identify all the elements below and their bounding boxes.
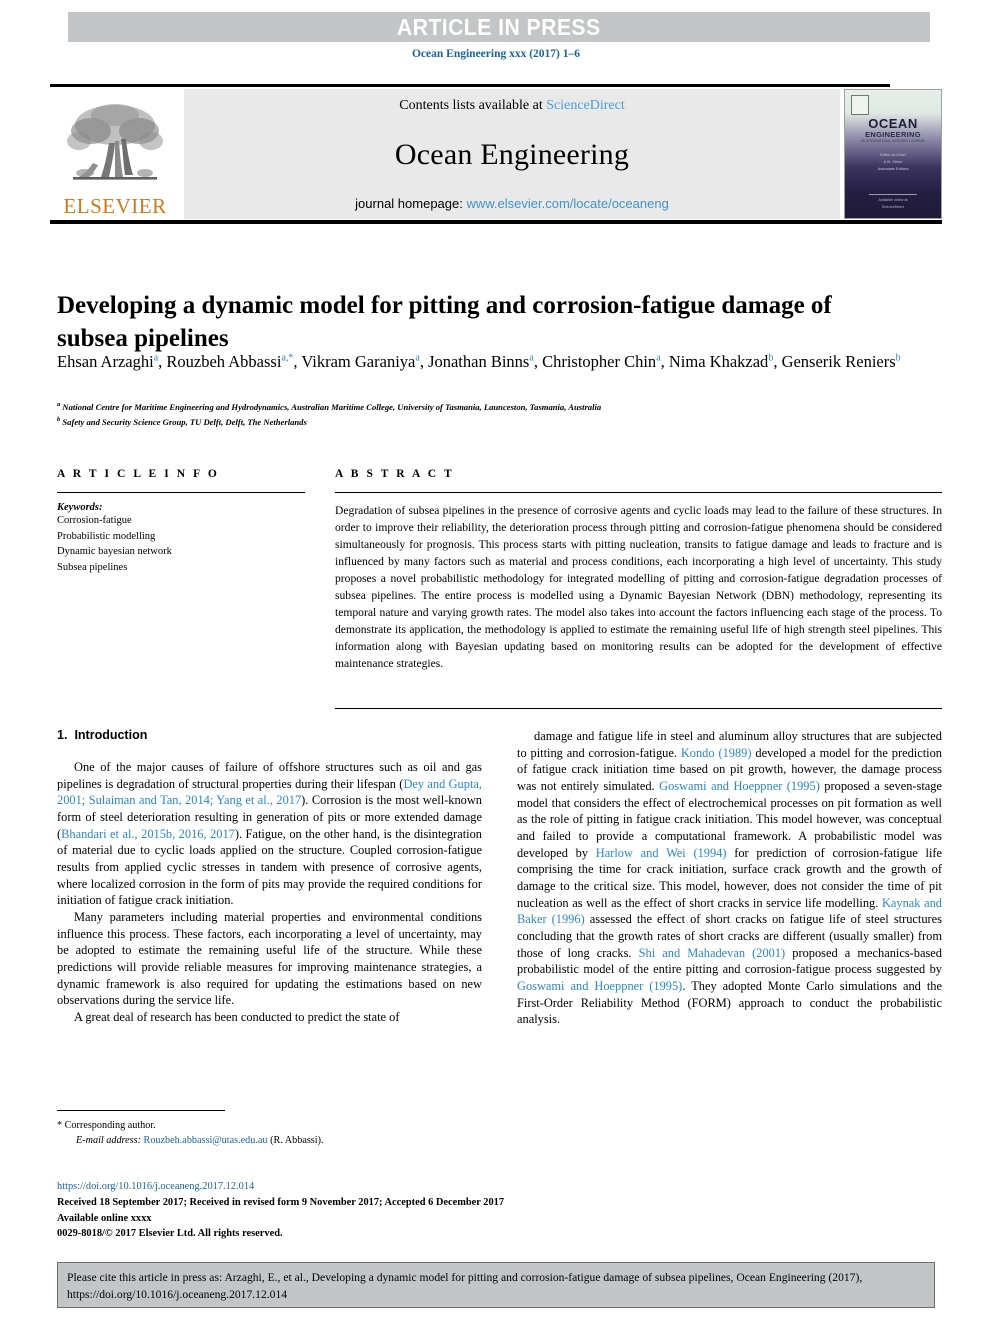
keyword-item: Corrosion-fatigue — [57, 515, 132, 526]
body-column-gap — [482, 728, 517, 1028]
article-info-rule — [57, 492, 305, 493]
citation-link[interactable]: Shi and Mahadevan (2001) — [639, 946, 786, 960]
right-column-paragraphs: damage and fatigue life in steel and alu… — [517, 728, 942, 1028]
publication-info-block: https://doi.org/10.1016/j.oceaneng.2017.… — [57, 1179, 617, 1242]
author-affiliation-marker: a — [153, 352, 159, 364]
available-online: Available online xxxx — [57, 1212, 152, 1224]
author-name: Christopher Chin — [542, 352, 657, 371]
body-columns: 1. Introduction One of the major causes o… — [57, 728, 942, 1028]
abstract-text: Degradation of subsea pipelines in the p… — [335, 504, 942, 671]
cover-footer: Available online at ScienceDirect — [845, 194, 941, 210]
citation-link[interactable]: Goswami and Hoeppner (1995) — [659, 779, 820, 793]
cover-tagline: AN INTERNATIONAL RESEARCH JOURNAL — [860, 139, 926, 143]
cover-subtitle: ENGINEERING — [865, 130, 921, 139]
citation-link[interactable]: Kondo (1989) — [681, 746, 752, 760]
author-affiliation-marker: a — [415, 352, 420, 364]
email-suffix: (R. Abbassi). — [267, 1135, 324, 1147]
author-name: Nima Khakzad — [668, 352, 769, 371]
affiliation-list: a National Centre for Maritime Engineeri… — [57, 400, 937, 430]
body-paragraph: One of the major causes of failure of of… — [57, 760, 482, 908]
author-affiliation-marker: a — [656, 352, 661, 364]
masthead-center-panel: Contents lists available at ScienceDirec… — [184, 89, 840, 219]
cover-editor-line: Associate Editors — [877, 165, 909, 171]
info-abstract-row: A R T I C L E I N F O Keywords: Corrosio… — [57, 468, 942, 672]
journal-masthead: ELSEVIER Contents lists available at Sci… — [50, 84, 942, 224]
body-paragraph: damage and fatigue life in steel and alu… — [517, 729, 943, 1027]
footnote-separator-rule — [57, 1110, 225, 1111]
journal-homepage-line: journal homepage: www.elsevier.com/locat… — [355, 196, 669, 211]
author-affiliation-marker: b — [895, 352, 901, 364]
article-info-column: A R T I C L E I N F O Keywords: Corrosio… — [57, 468, 305, 672]
author-affiliation-marker: a — [529, 352, 534, 364]
masthead-top-rule — [50, 84, 890, 87]
author-name: Rouzbeh Abbassi — [166, 352, 282, 371]
author-list: Ehsan Arzaghia, Rouzbeh Abbassia,*, Vikr… — [57, 352, 901, 371]
cover-footer-rule — [869, 194, 917, 196]
author-name: Vikram Garaniya — [301, 352, 416, 371]
author-email-link[interactable]: Rouzbeh.abbassi@utas.edu.au — [144, 1135, 268, 1146]
column-gap — [305, 468, 335, 672]
article-in-press-banner: ARTICLE IN PRESS — [68, 12, 930, 42]
doi-link[interactable]: https://doi.org/10.1016/j.oceaneng.2017.… — [57, 1181, 254, 1192]
abstract-rule — [335, 492, 942, 493]
article-info-heading: A R T I C L E I N F O — [57, 468, 220, 480]
cover-editor-line: Editor-in-Chief — [880, 152, 906, 157]
cover-footer-line: ScienceDirect — [881, 204, 905, 209]
homepage-prefix: journal homepage: — [355, 196, 467, 211]
abstract-bottom-rule — [335, 708, 942, 709]
section-title: Introduction — [74, 728, 148, 742]
article-in-press-label: ARTICLE IN PRESS — [397, 13, 601, 40]
affiliation-line: a National Centre for Maritime Engineeri… — [57, 401, 602, 412]
contents-list-line: Contents lists available at ScienceDirec… — [399, 98, 625, 114]
cover-elsevier-mark-icon — [851, 95, 869, 115]
copyright-line: 0029-8018/© 2017 Elsevier Ltd. All right… — [57, 1228, 283, 1240]
abstract-column: A B S T R A C T Degradation of subsea pi… — [335, 468, 942, 672]
body-column-left: 1. Introduction One of the major causes o… — [57, 728, 482, 1028]
journal-reference-line: Ocean Engineering xxx (2017) 1–6 — [411, 48, 581, 60]
keyword-item: Dynamic bayesian network — [57, 546, 172, 558]
citation-link[interactable]: Harlow and Wei (1994) — [596, 846, 727, 860]
cite-this-article-box: Please cite this article in press as: Ar… — [57, 1262, 935, 1308]
body-paragraph: A great deal of research has been conduc… — [74, 1010, 400, 1025]
journal-title: Ocean Engineering — [394, 138, 630, 171]
body-paragraph: Many parameters including material prope… — [57, 910, 482, 1008]
citation-link[interactable]: Dey and Gupta, 2001; Sulaiman and Tan, 2… — [57, 777, 482, 808]
cover-editors: Editor-in-Chief A.N. Other Associate Edi… — [845, 152, 941, 172]
citation-link[interactable]: Bhandari et al., 2015b, 2016, 2017 — [61, 827, 235, 841]
sciencedirect-link[interactable]: ScienceDirect — [546, 98, 625, 113]
email-address-note: E-mail address: Rouzbeh.abbassi@utas.edu… — [57, 1133, 487, 1148]
left-column-paragraphs: One of the major causes of failure of of… — [57, 759, 482, 1026]
contents-prefix: Contents lists available at — [399, 98, 547, 113]
cover-title: OCEAN — [868, 116, 918, 131]
email-label: E-mail address: — [76, 1135, 141, 1147]
elsevier-wordmark: ELSEVIER — [63, 194, 167, 218]
author-name: Jonathan Binns — [428, 352, 530, 371]
section-heading-introduction: 1. Introduction — [57, 728, 482, 742]
corresponding-author-note: * Corresponding author. — [57, 1120, 156, 1131]
section-number: 1. — [57, 728, 68, 742]
citation-link[interactable]: Goswami and Hoeppner (1995) — [517, 979, 682, 993]
body-column-right: damage and fatigue life in steel and alu… — [517, 728, 942, 1028]
keyword-item: Probabilistic modelling — [57, 530, 156, 542]
keyword-item: Subsea pipelines — [57, 561, 128, 573]
affiliation-line: b Safety and Security Science Group, TU … — [57, 415, 307, 427]
author-name: Ehsan Arzaghi — [57, 352, 154, 371]
citation-link[interactable]: Kaynak and Baker (1996) — [517, 896, 942, 927]
masthead-bottom-rule — [50, 220, 942, 224]
author-name: Genserik Reniers — [781, 352, 896, 371]
cover-editor-line: A.N. Other — [883, 158, 903, 164]
keywords-list: Corrosion-fatigue Probabilistic modelling… — [57, 513, 305, 575]
publication-history: Received 18 September 2017; Received in … — [57, 1196, 505, 1208]
journal-homepage-link[interactable]: www.elsevier.com/locate/oceaneng — [466, 196, 668, 211]
citation-text: Please cite this article in press as: Ar… — [67, 1271, 863, 1302]
author-affiliation-marker: b — [768, 352, 774, 364]
journal-cover-thumbnail: OCEAN ENGINEERING AN INTERNATIONAL RESEA… — [844, 89, 942, 219]
abstract-heading: A B S T R A C T — [335, 468, 455, 480]
article-title: Developing a dynamic model for pitting a… — [57, 291, 832, 352]
elsevier-tree-icon — [63, 99, 167, 195]
footnote-block: * Corresponding author. E-mail address: … — [57, 1118, 487, 1149]
author-affiliation-marker: a,* — [281, 352, 294, 364]
elsevier-logo: ELSEVIER — [50, 89, 180, 219]
keywords-label: Keywords: — [57, 502, 103, 513]
